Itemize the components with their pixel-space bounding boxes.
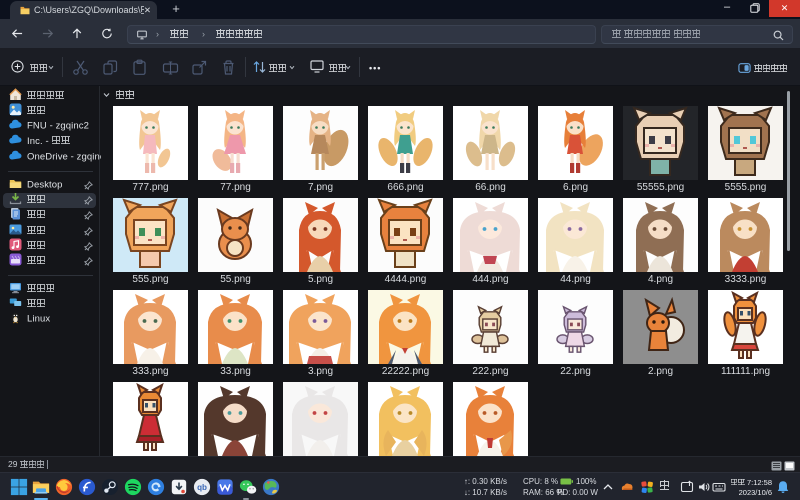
svg-text:qb: qb — [197, 483, 207, 492]
